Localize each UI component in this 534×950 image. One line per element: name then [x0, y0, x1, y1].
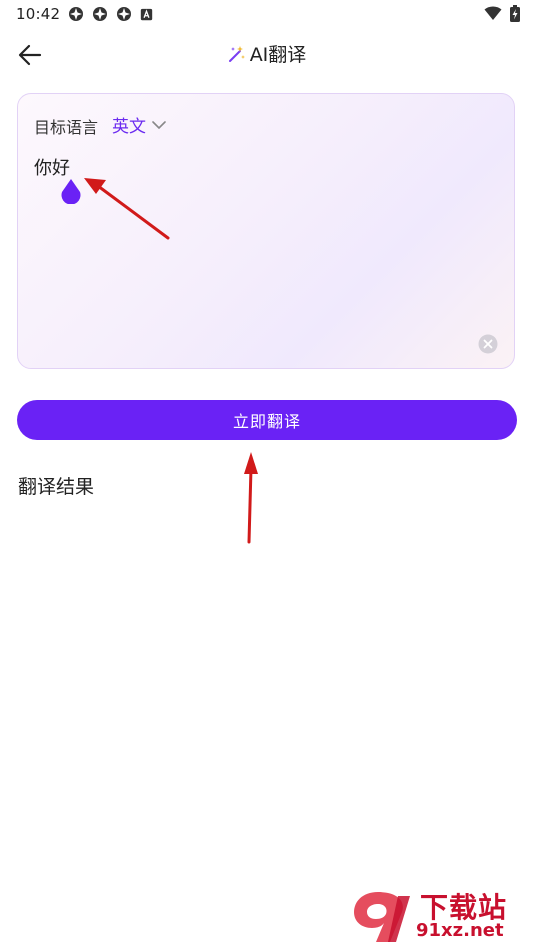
notification-app-icon: [117, 7, 131, 21]
watermark-logo-icon: [354, 892, 410, 942]
battery-charging-icon: [510, 5, 520, 22]
keyboard-a-icon: [140, 8, 153, 20]
notification-app-icon: [93, 7, 107, 21]
watermark-text-bottom: 91xz.net: [416, 920, 504, 941]
status-bar: 10:42: [0, 0, 534, 30]
status-system-icons: [484, 5, 520, 22]
chevron-down-icon: [152, 120, 166, 129]
status-notification-icons: [68, 6, 153, 22]
magic-wand-sparkle-icon: [228, 45, 245, 62]
status-time: 10:42: [16, 5, 61, 23]
title-group: AI翻译: [0, 40, 534, 67]
target-language-select[interactable]: 英文: [112, 112, 166, 137]
wifi-icon: [484, 6, 502, 20]
target-language-value: 英文: [112, 117, 146, 137]
text-cursor-handle-icon[interactable]: [60, 178, 82, 204]
clear-circle-icon[interactable]: [478, 334, 498, 354]
site-watermark: 下载站 91xz.net: [348, 886, 528, 946]
translation-result-heading: 翻译结果: [18, 476, 95, 498]
page-title: AI翻译: [249, 44, 307, 66]
source-text-input[interactable]: 你好: [34, 154, 70, 180]
notification-app-icon: [69, 7, 83, 21]
translation-input-card: 目标语言 英文 你好: [17, 93, 515, 369]
annotation-arrow-to-button: [244, 452, 258, 544]
target-language-label: 目标语言: [34, 118, 99, 137]
translate-now-button[interactable]: 立即翻译: [17, 400, 517, 440]
app-bar: AI翻译: [0, 30, 534, 80]
